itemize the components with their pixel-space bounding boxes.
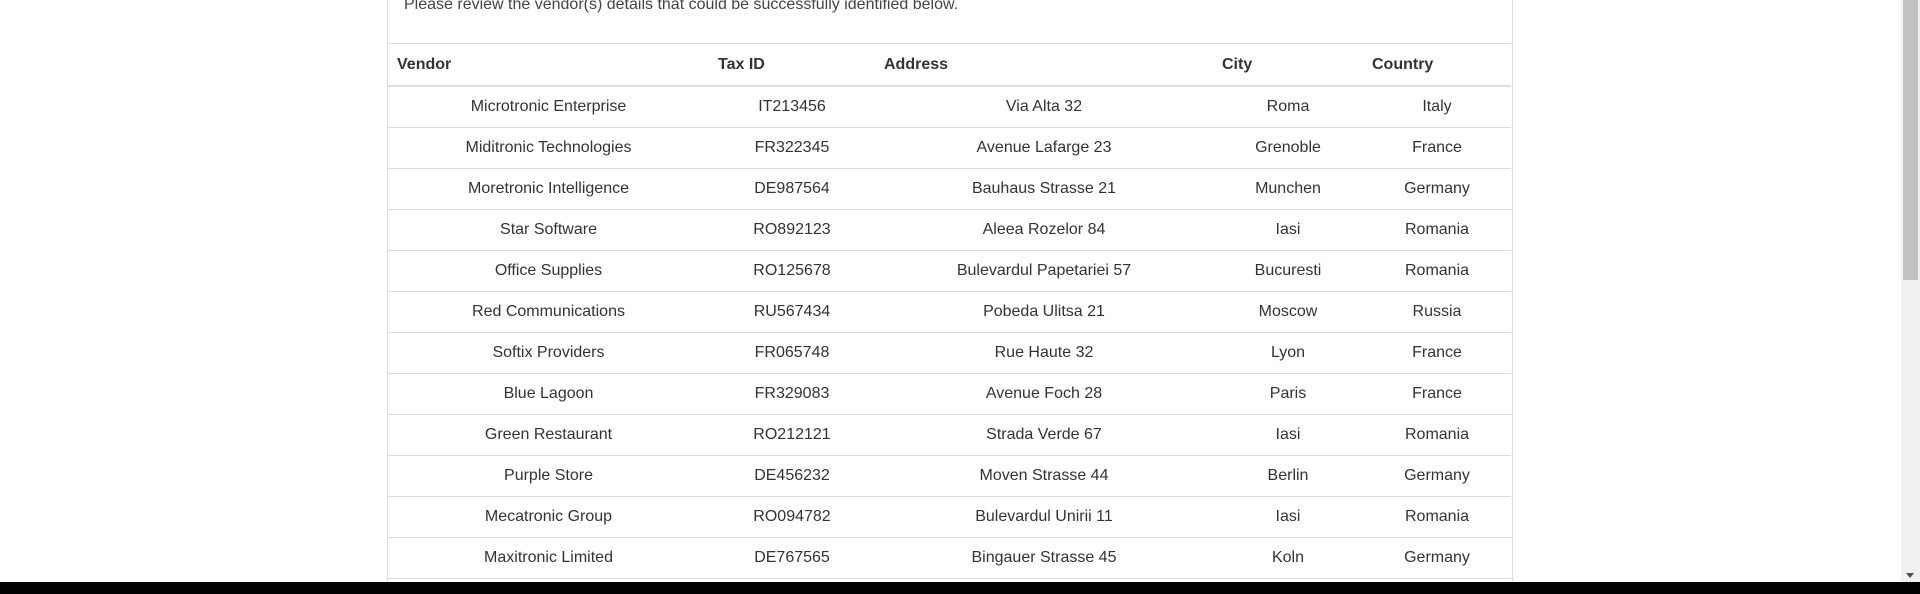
cell-address: Avenue Lafarge 23 bbox=[875, 127, 1213, 169]
cell-country: Romania bbox=[1363, 250, 1511, 292]
table-row: Blue Lagoon FR329083 Avenue Foch 28 Pari… bbox=[388, 373, 1511, 415]
cell-city: Munchen bbox=[1213, 168, 1363, 210]
cell-vendor: Miditronic Technologies bbox=[388, 127, 709, 169]
cell-vendor: Star Software bbox=[388, 209, 709, 251]
cell-vendor: Red Communications bbox=[388, 291, 709, 333]
cell-tax-id: RO212121 bbox=[709, 414, 875, 456]
cell-country: France bbox=[1363, 127, 1511, 169]
table-row: Red Communications RU567434 Pobeda Ulits… bbox=[388, 291, 1511, 333]
cell-country: Germany bbox=[1363, 537, 1511, 579]
scroll-down-arrow-icon[interactable] bbox=[1906, 573, 1914, 578]
cell-vendor: Office Supplies bbox=[388, 250, 709, 292]
cell-city: Berlin bbox=[1213, 455, 1363, 497]
cell-country: Russia bbox=[1363, 291, 1511, 333]
header-vendor: Vendor bbox=[388, 43, 709, 87]
cell-tax-id: DE456232 bbox=[709, 455, 875, 497]
cell-city: Iasi bbox=[1213, 414, 1363, 456]
table-header-row: Vendor Tax ID Address City Country bbox=[388, 43, 1511, 87]
cell-address: Bulevardul Papetariei 57 bbox=[875, 250, 1213, 292]
cell-tax-id: FR322345 bbox=[709, 127, 875, 169]
cell-address: Avenue Foch 28 bbox=[875, 373, 1213, 415]
cell-tax-id: RO125678 bbox=[709, 250, 875, 292]
cell-tax-id: RO892123 bbox=[709, 209, 875, 251]
table-row: Purple Store DE456232 Moven Strasse 44 B… bbox=[388, 455, 1511, 497]
cell-vendor: Maxitronic Limited bbox=[388, 537, 709, 579]
cell-city: Moscow bbox=[1213, 291, 1363, 333]
cell-country: Germany bbox=[1363, 455, 1511, 497]
cell-vendor: Purple Store bbox=[388, 455, 709, 497]
table-row: Green Restaurant RO212121 Strada Verde 6… bbox=[388, 414, 1511, 456]
table-row: Softix Providers FR065748 Rue Haute 32 L… bbox=[388, 332, 1511, 374]
bottom-edge-bar bbox=[0, 582, 1920, 594]
table-row: Moretronic Intelligence DE987564 Bauhaus… bbox=[388, 168, 1511, 210]
cell-address: Pobeda Ulitsa 21 bbox=[875, 291, 1213, 333]
header-country: Country bbox=[1363, 43, 1511, 87]
cell-country: Germany bbox=[1363, 168, 1511, 210]
cell-vendor: Blue Lagoon bbox=[388, 373, 709, 415]
page-viewport: Please review the vendor(s) details that… bbox=[0, 0, 1901, 582]
cell-tax-id: FR065748 bbox=[709, 332, 875, 374]
cell-city: Grenoble bbox=[1213, 127, 1363, 169]
cell-address: Bulevardul Unirii 11 bbox=[875, 496, 1213, 538]
table-row: Miditronic Technologies FR322345 Avenue … bbox=[388, 127, 1511, 169]
cell-tax-id: RO094782 bbox=[709, 496, 875, 538]
cell-city: Roma bbox=[1213, 86, 1363, 128]
cell-country: Romania bbox=[1363, 414, 1511, 456]
cell-vendor: Mecatronic Group bbox=[388, 496, 709, 538]
cell-country: France bbox=[1363, 332, 1511, 374]
header-tax-id: Tax ID bbox=[709, 43, 875, 87]
scrollbar-thumb[interactable] bbox=[1903, 0, 1918, 280]
table-row: Office Supplies RO125678 Bulevardul Pape… bbox=[388, 250, 1511, 292]
table-row: Microtronic Enterprise IT213456 Via Alta… bbox=[388, 86, 1511, 128]
cell-city: Paris bbox=[1213, 373, 1363, 415]
cell-city: Iasi bbox=[1213, 209, 1363, 251]
table-row: Mecatronic Group RO094782 Bulevardul Uni… bbox=[388, 496, 1511, 538]
cell-address: Strada Verde 67 bbox=[875, 414, 1213, 456]
cell-tax-id: DE987564 bbox=[709, 168, 875, 210]
cell-tax-id: DE767565 bbox=[709, 537, 875, 579]
vendors-table: Vendor Tax ID Address City Country Micro… bbox=[388, 43, 1511, 579]
cell-vendor: Moretronic Intelligence bbox=[388, 168, 709, 210]
cell-address: Aleea Rozelor 84 bbox=[875, 209, 1213, 251]
cell-vendor: Softix Providers bbox=[388, 332, 709, 374]
cell-city: Lyon bbox=[1213, 332, 1363, 374]
cell-city: Koln bbox=[1213, 537, 1363, 579]
cell-country: Romania bbox=[1363, 496, 1511, 538]
cell-city: Bucuresti bbox=[1213, 250, 1363, 292]
cell-country: Romania bbox=[1363, 209, 1511, 251]
cell-city: Iasi bbox=[1213, 496, 1363, 538]
header-city: City bbox=[1213, 43, 1363, 87]
cell-tax-id: FR329083 bbox=[709, 373, 875, 415]
cell-country: France bbox=[1363, 373, 1511, 415]
cell-address: Bingauer Strasse 45 bbox=[875, 537, 1213, 579]
table-row: Maxitronic Limited DE767565 Bingauer Str… bbox=[388, 537, 1511, 579]
vertical-scrollbar[interactable] bbox=[1901, 0, 1920, 582]
table-row: Star Software RO892123 Aleea Rozelor 84 … bbox=[388, 209, 1511, 251]
cell-address: Rue Haute 32 bbox=[875, 332, 1213, 374]
cell-tax-id: RU567434 bbox=[709, 291, 875, 333]
cell-address: Via Alta 32 bbox=[875, 86, 1213, 128]
cell-country: Italy bbox=[1363, 86, 1511, 128]
intro-text: Please review the vendor(s) details that… bbox=[404, 0, 959, 13]
cell-vendor: Microtronic Enterprise bbox=[388, 86, 709, 128]
cell-address: Bauhaus Strasse 21 bbox=[875, 168, 1213, 210]
cell-tax-id: IT213456 bbox=[709, 86, 875, 128]
header-address: Address bbox=[875, 43, 1213, 87]
cell-address: Moven Strasse 44 bbox=[875, 455, 1213, 497]
cell-vendor: Green Restaurant bbox=[388, 414, 709, 456]
